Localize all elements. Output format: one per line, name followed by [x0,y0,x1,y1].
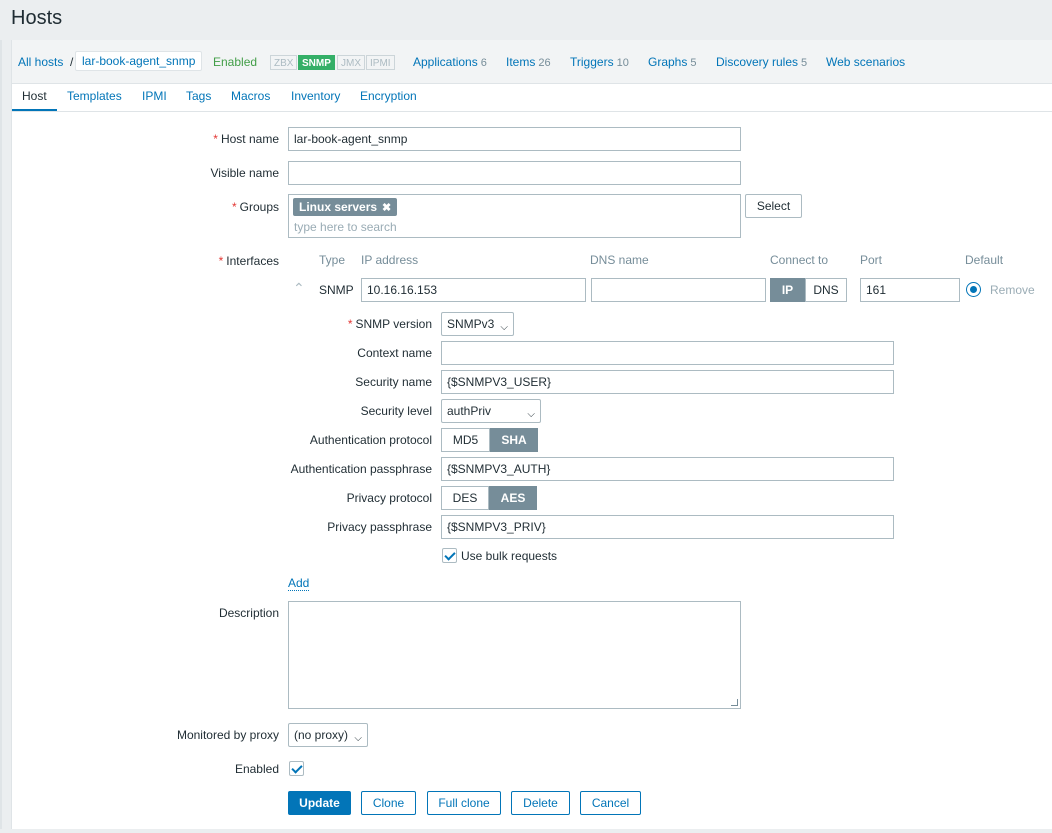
tab-ipmi[interactable]: IPMI [142,89,167,103]
tab-host[interactable]: Host [22,89,47,103]
remove-chip-icon[interactable]: ✖ [382,202,391,214]
snmp-version-label: * SNMP version [347,317,432,331]
chevron-down-icon: ⌵ [527,409,535,420]
interfaces-label: * Interfaces [218,254,279,268]
security-name-input[interactable]: {$SNMPV3_USER} [441,370,894,394]
iface-ip-input[interactable]: 10.16.16.153 [361,278,586,302]
auth-passphrase-label: Authentication passphrase [290,462,432,476]
collapse-chevron-icon[interactable]: ⌃ [293,280,305,297]
host-name-input[interactable]: lar-book-agent_snmp [288,127,741,151]
triggers-link[interactable]: Triggers 10 [570,55,629,69]
privacy-des-toggle[interactable]: DES [441,486,489,510]
connect-dns-toggle[interactable]: DNS [805,278,847,302]
page-title: Hosts [11,7,63,29]
auth-sha-toggle[interactable]: SHA [490,428,538,452]
add-interface-link[interactable]: Add [288,576,310,591]
resize-handle-icon[interactable] [731,699,738,706]
host-form-panel: All hosts / lar-book-agent_snmp Enabled … [11,40,1052,829]
group-chip-linux-servers: Linux servers ✖ [293,198,398,216]
iface-port-input[interactable]: 161 [860,278,960,302]
availability-ipmi-badge: IPMI [366,55,395,70]
context-name-label: Context name [357,346,432,360]
left-edge [0,40,2,829]
bulk-requests-label: Use bulk requests [461,549,558,563]
privacy-aes-toggle[interactable]: AES [489,486,537,510]
default-interface-radio[interactable] [966,282,981,297]
cancel-button[interactable]: Cancel [580,791,641,815]
tab-encryption[interactable]: Encryption [360,89,417,103]
proxy-label: Monitored by proxy [176,728,279,742]
iface-col-port: Port [860,253,883,267]
privacy-protocol-label: Privacy protocol [346,491,432,505]
host-navigation-bar: All hosts / lar-book-agent_snmp Enabled … [12,40,1052,84]
discovery-rules-link[interactable]: Discovery rules 5 [716,55,807,69]
availability-jmx-badge: JMX [337,55,365,70]
security-name-label: Security name [355,375,432,389]
applications-link[interactable]: Applications 6 [413,55,487,69]
graphs-link[interactable]: Graphs 5 [648,55,696,69]
visible-name-label: Visible name [210,166,279,180]
context-name-input[interactable] [441,341,894,365]
all-hosts-link[interactable]: All hosts [18,55,63,69]
iface-dns-input[interactable] [591,278,766,302]
snmp-version-select[interactable]: SNMPv3 ⌵ [441,312,514,336]
description-label: Description [218,606,279,620]
chevron-down-icon: ⌵ [500,322,508,333]
host-status-enabled[interactable]: Enabled [213,55,257,69]
tab-tags[interactable]: Tags [186,89,211,103]
delete-button[interactable]: Delete [511,791,570,815]
host-name-label: * Host name [213,132,279,146]
remove-interface-link[interactable]: Remove [990,283,1035,297]
auth-protocol-label: Authentication protocol [309,433,432,447]
update-button[interactable]: Update [288,791,351,815]
tab-inventory[interactable]: Inventory [291,89,340,103]
description-textarea[interactable] [288,601,741,709]
iface-col-connect: Connect to [770,253,829,267]
connect-ip-toggle[interactable]: IP [770,278,805,302]
iface-col-default: Default [965,253,1004,267]
privacy-passphrase-input[interactable]: {$SNMPV3_PRIV} [441,515,894,539]
iface-col-dns: DNS name [590,253,649,267]
auth-md5-toggle[interactable]: MD5 [441,428,490,452]
form-tabs: Host Templates IPMI Tags Macros Inventor… [12,84,1052,112]
breadcrumb-separator: / [70,55,74,69]
tab-templates[interactable]: Templates [67,89,122,103]
current-host-crumb[interactable]: lar-book-agent_snmp [75,51,203,71]
privacy-passphrase-label: Privacy passphrase [327,520,432,534]
active-tab-indicator [12,109,57,111]
bulk-requests-checkbox[interactable] [442,548,457,563]
tab-macros[interactable]: Macros [231,89,270,103]
availability-snmp-badge: SNMP [298,55,335,70]
iface-type-value: SNMP [319,283,354,297]
proxy-select[interactable]: (no proxy) ⌵ [288,723,368,747]
chevron-down-icon: ⌵ [354,733,362,744]
auth-passphrase-input[interactable]: {$SNMPV3_AUTH} [441,457,894,481]
availability-zbx-badge: ZBX [270,55,298,70]
groups-label: * Groups [231,200,279,214]
iface-col-ip: IP address [361,253,419,267]
iface-col-type: Type [319,253,346,267]
enabled-label: Enabled [234,762,279,776]
clone-button[interactable]: Clone [361,791,416,815]
web-scenarios-link[interactable]: Web scenarios [826,55,905,69]
full-clone-button[interactable]: Full clone [427,791,501,815]
groups-multiselect[interactable]: Linux servers ✖ type here to search [288,194,741,238]
visible-name-input[interactable] [288,161,741,185]
security-level-select[interactable]: authPriv ⌵ [441,399,541,423]
items-link[interactable]: Items 26 [506,55,551,69]
enabled-checkbox[interactable] [289,761,304,776]
security-level-label: Security level [360,404,432,418]
groups-search-placeholder[interactable]: type here to search [294,220,397,234]
groups-select-button[interactable]: Select [745,194,802,218]
